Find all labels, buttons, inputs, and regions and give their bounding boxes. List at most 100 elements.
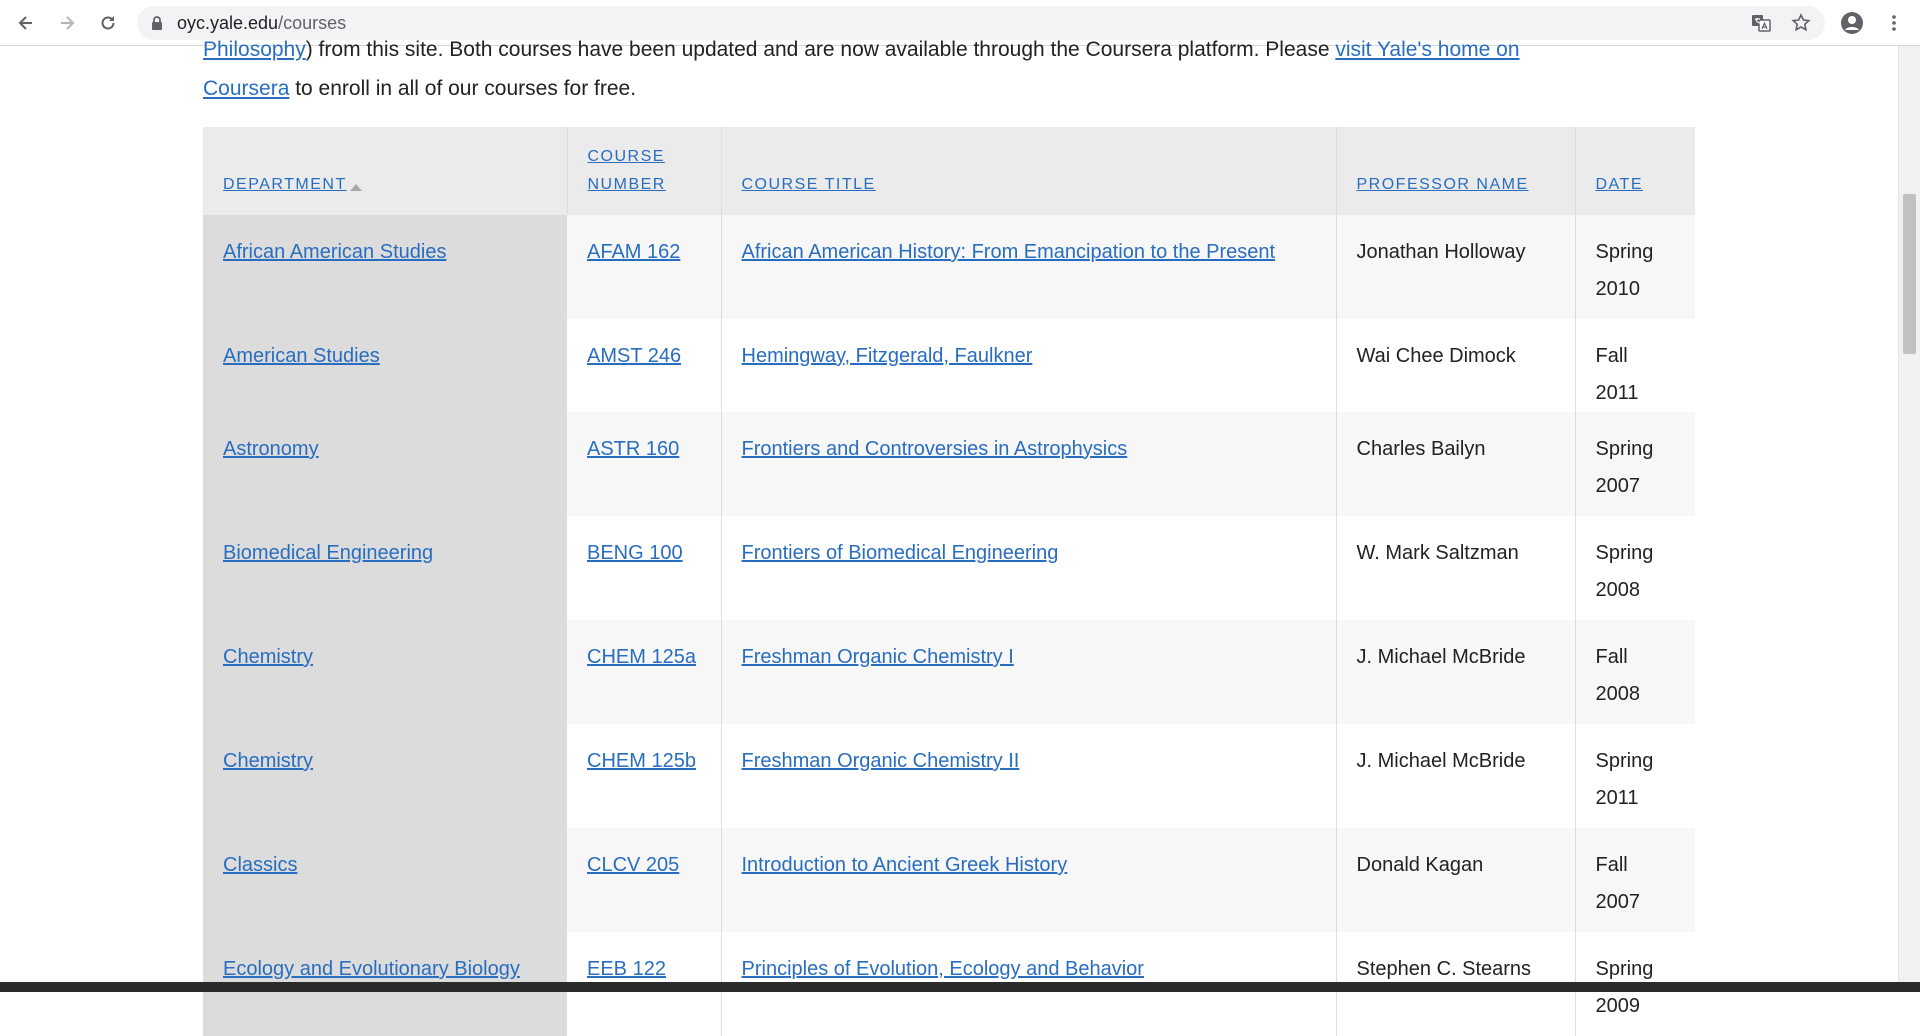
cell-course-number: BENG 100 [567, 516, 722, 620]
intro-text-1: ) from this site. Both courses have been… [305, 38, 1336, 61]
intro-paragraph: Philosophy) from this site. Both courses… [203, 30, 1703, 108]
cell-professor: Charles Bailyn [1336, 412, 1576, 516]
lock-icon[interactable] [149, 15, 165, 31]
forward-button[interactable] [53, 9, 81, 37]
table-row: Classics CLCV 205 Introduction to Ancien… [203, 828, 1695, 932]
course-title-link[interactable]: Introduction to Ancient Greek History [742, 854, 1068, 876]
sort-course-title-link[interactable]: Course Title [742, 176, 876, 193]
yale-coursera-link[interactable]: visit Yale's home on [1335, 38, 1519, 61]
cell-date: Spring 2010 [1575, 215, 1695, 319]
sort-date-link[interactable]: Date [1596, 176, 1643, 193]
cell-date: Fall 2008 [1575, 620, 1695, 724]
cell-course-title: Freshman Organic Chemistry I [721, 620, 1337, 724]
table-row: African American Studies AFAM 162 Africa… [203, 215, 1695, 319]
cell-professor: J. Michael McBride [1336, 620, 1576, 724]
reload-icon [101, 16, 115, 30]
coursera-link[interactable]: Coursera [203, 77, 289, 100]
department-link[interactable]: Classics [223, 854, 297, 876]
cell-department: Chemistry [203, 724, 567, 828]
course-title-link[interactable]: Frontiers and Controversies in Astrophys… [742, 438, 1128, 460]
philosophy-link[interactable]: Philosophy [203, 38, 306, 61]
cell-course-number: ASTR 160 [567, 412, 722, 516]
back-button[interactable] [12, 9, 40, 37]
bookmark-star-icon[interactable] [1791, 13, 1811, 33]
course-title-link[interactable]: Freshman Organic Chemistry I [742, 646, 1014, 668]
page-scrollbar[interactable] [1898, 46, 1920, 982]
cell-course-number: CHEM 125a [567, 620, 722, 724]
cell-department: African American Studies [203, 215, 567, 319]
forward-arrow-icon [61, 16, 75, 30]
cell-course-title: African American History: From Emancipat… [721, 215, 1337, 319]
reload-button[interactable] [94, 9, 122, 37]
table-header-row: Department Course Number Course Title Pr… [203, 127, 1695, 215]
department-link[interactable]: Biomedical Engineering [223, 542, 433, 564]
cell-date: Fall 2007 [1575, 828, 1695, 932]
cell-department: Astronomy [203, 412, 567, 516]
cell-professor: J. Michael McBride [1336, 724, 1576, 828]
table-row: American Studies AMST 246 Hemingway, Fit… [203, 319, 1695, 412]
course-title-link[interactable]: African American History: From Emancipat… [742, 241, 1276, 263]
cell-department: Biomedical Engineering [203, 516, 567, 620]
course-number-link[interactable]: BENG 100 [587, 542, 683, 564]
department-link[interactable]: Chemistry [223, 750, 313, 772]
profile-button[interactable] [1838, 9, 1866, 37]
cell-course-title: Frontiers and Controversies in Astrophys… [721, 412, 1337, 516]
cell-course-number: CHEM 125b [567, 724, 722, 828]
cell-professor: Jonathan Holloway [1336, 215, 1576, 319]
cell-course-title: Freshman Organic Chemistry II [721, 724, 1337, 828]
course-title-link[interactable]: Hemingway, Fitzgerald, Faulkner [742, 345, 1033, 367]
translate-icon[interactable] [1751, 13, 1771, 33]
header-course-title: Course Title [721, 127, 1337, 215]
sort-professor-link[interactable]: Professor Name [1357, 176, 1529, 193]
cell-department: Chemistry [203, 620, 567, 724]
account-circle-icon [1841, 12, 1863, 34]
department-link[interactable]: Astronomy [223, 438, 319, 460]
header-course-number: Course Number [567, 127, 722, 215]
cell-professor: W. Mark Saltzman [1336, 516, 1576, 620]
cell-course-title: Hemingway, Fitzgerald, Faulkner [721, 319, 1337, 412]
scrollbar-thumb[interactable] [1903, 194, 1916, 354]
table-row: Biomedical Engineering BENG 100 Frontier… [203, 516, 1695, 620]
cell-professor: Donald Kagan [1336, 828, 1576, 932]
department-link[interactable]: Ecology and Evolutionary Biology [223, 958, 520, 980]
cell-course-title: Introduction to Ancient Greek History [721, 828, 1337, 932]
course-number-link[interactable]: AMST 246 [587, 345, 681, 367]
course-number-link[interactable]: CHEM 125a [587, 646, 696, 668]
cell-department: Classics [203, 828, 567, 932]
cell-date: Spring 2008 [1575, 516, 1695, 620]
course-number-link[interactable]: EEB 122 [587, 958, 666, 980]
course-number-link[interactable]: ASTR 160 [587, 438, 679, 460]
department-link[interactable]: African American Studies [223, 241, 446, 263]
intro-text-2: to enroll in all of our courses for free… [289, 77, 637, 100]
table-row: Astronomy ASTR 160 Frontiers and Controv… [203, 412, 1695, 516]
taskbar-edge [0, 982, 1920, 992]
course-number-link[interactable]: AFAM 162 [587, 241, 680, 263]
header-date: Date [1575, 127, 1695, 215]
course-title-link[interactable]: Freshman Organic Chemistry II [742, 750, 1020, 772]
table-row: Chemistry CHEM 125b Freshman Organic Che… [203, 724, 1695, 828]
cell-course-number: CLCV 205 [567, 828, 722, 932]
cell-date: Spring 2011 [1575, 724, 1695, 828]
cell-department: American Studies [203, 319, 567, 412]
sort-department-link[interactable]: Department [223, 176, 347, 193]
cell-course-number: AMST 246 [567, 319, 722, 412]
department-link[interactable]: American Studies [223, 345, 380, 367]
cell-course-title: Frontiers of Biomedical Engineering [721, 516, 1337, 620]
cell-professor: Wai Chee Dimock [1336, 319, 1576, 412]
cell-course-number: AFAM 162 [567, 215, 722, 319]
department-link[interactable]: Chemistry [223, 646, 313, 668]
sort-course-number-link[interactable]: Course Number [588, 148, 666, 193]
cell-date: Fall 2011 [1575, 319, 1695, 412]
course-number-link[interactable]: CHEM 125b [587, 750, 696, 772]
course-title-link[interactable]: Principles of Evolution, Ecology and Beh… [742, 958, 1144, 980]
browser-menu-button[interactable] [1880, 9, 1908, 37]
sort-ascending-icon [349, 184, 362, 191]
course-title-link[interactable]: Frontiers of Biomedical Engineering [742, 542, 1059, 564]
courses-table: Department Course Number Course Title Pr… [203, 127, 1695, 1036]
back-arrow-icon [18, 16, 32, 30]
header-professor: Professor Name [1336, 127, 1576, 215]
course-number-link[interactable]: CLCV 205 [587, 854, 679, 876]
more-vert-icon [1892, 15, 1896, 31]
cell-date: Spring 2007 [1575, 412, 1695, 516]
table-row: Chemistry CHEM 125a Freshman Organic Che… [203, 620, 1695, 724]
